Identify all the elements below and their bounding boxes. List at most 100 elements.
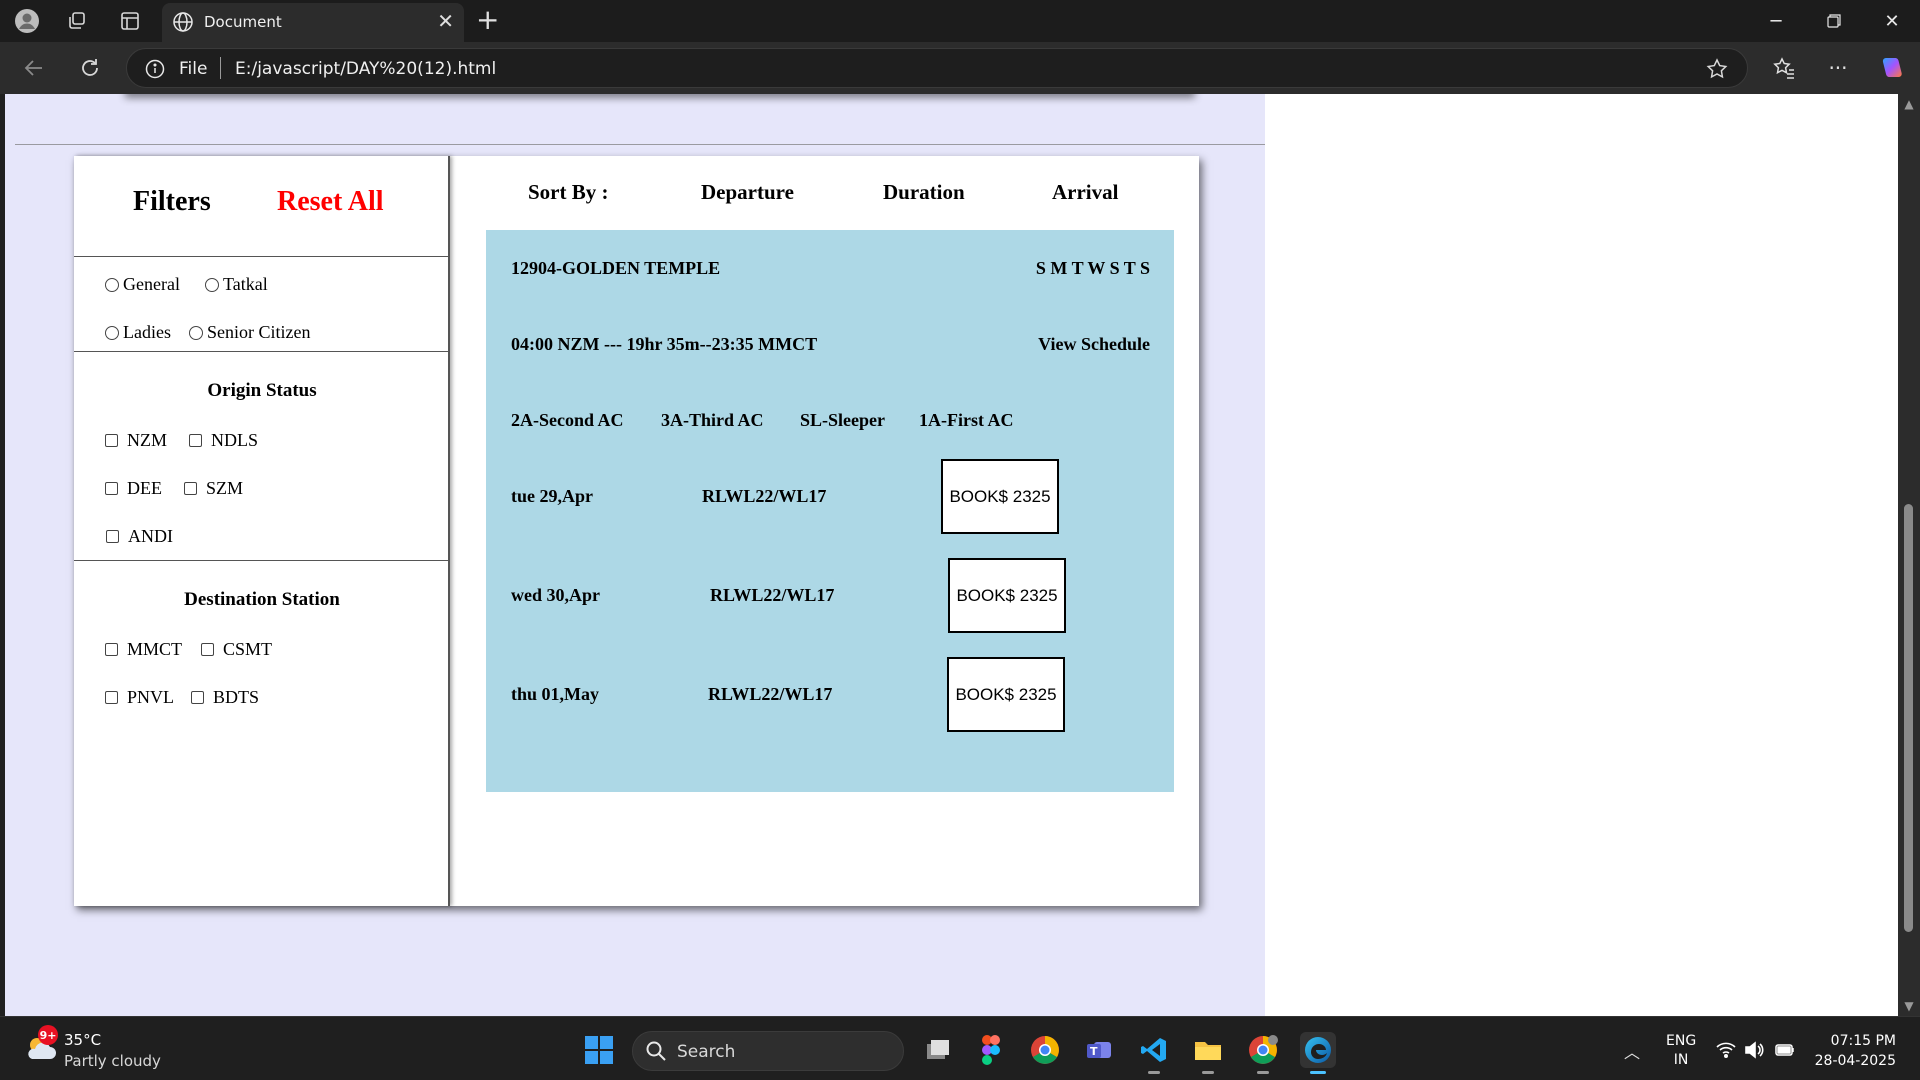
book-button[interactable]: BOOK$ 2325 bbox=[941, 459, 1059, 534]
svg-text:T: T bbox=[1090, 1045, 1098, 1058]
destination-checkbox[interactable] bbox=[191, 691, 204, 704]
address-bar[interactable]: File E:/javascript/DAY%20(12).html bbox=[126, 48, 1748, 88]
search-label: Search bbox=[677, 1042, 736, 1062]
workspaces-icon[interactable] bbox=[64, 8, 90, 34]
address-url[interactable]: E:/javascript/DAY%20(12).html bbox=[235, 59, 496, 79]
scroll-thumb[interactable] bbox=[1904, 504, 1913, 932]
close-tab-icon[interactable]: ✕ bbox=[437, 9, 454, 33]
availability-date: thu 01,May bbox=[511, 684, 600, 704]
vertical-tabs-icon[interactable] bbox=[117, 8, 143, 34]
train-name: 12904-GOLDEN TEMPLE bbox=[511, 258, 721, 278]
origin-option-ndls[interactable]: NDLS bbox=[189, 430, 258, 451]
quota-radio[interactable] bbox=[189, 325, 203, 340]
destination-station-heading: Destination Station bbox=[184, 589, 340, 610]
view-schedule-link[interactable]: View Schedule bbox=[1038, 334, 1150, 355]
quota-radio[interactable] bbox=[105, 325, 119, 340]
close-window-icon[interactable]: ✕ bbox=[1872, 6, 1912, 36]
scroll-up-icon[interactable]: ▲ bbox=[1902, 98, 1916, 110]
system-clock[interactable]: 07:15 PM 28-04-2025 bbox=[1808, 1031, 1896, 1071]
wifi-icon[interactable] bbox=[1715, 1039, 1737, 1061]
book-button[interactable]: BOOK$ 2325 bbox=[947, 657, 1065, 732]
class-option-sl[interactable]: SL-Sleeper bbox=[800, 410, 885, 431]
clock-time: 07:15 PM bbox=[1830, 1033, 1896, 1049]
search-results-card: Filters Reset All General Tatkal Ladies … bbox=[74, 156, 1199, 906]
chrome-icon[interactable] bbox=[1027, 1032, 1063, 1068]
back-icon[interactable] bbox=[18, 52, 50, 84]
origin-checkbox[interactable] bbox=[184, 482, 197, 495]
reset-all-link[interactable]: Reset All bbox=[277, 186, 384, 218]
page-scrollbar[interactable]: ▲ ▼ bbox=[1898, 94, 1920, 1016]
origin-status-heading: Origin Status bbox=[207, 380, 317, 401]
origin-option-nzm[interactable]: NZM bbox=[105, 430, 167, 451]
sort-option-departure[interactable]: Departure bbox=[701, 180, 794, 205]
sort-option-arrival[interactable]: Arrival bbox=[1052, 180, 1118, 205]
battery-icon[interactable] bbox=[1774, 1039, 1796, 1061]
class-option-2a[interactable]: 2A-Second AC bbox=[511, 410, 624, 431]
weather-alert-badge: 9+ bbox=[38, 1025, 58, 1045]
region-code: IN bbox=[1673, 1052, 1689, 1068]
running-indicator bbox=[1310, 1071, 1326, 1074]
address-scheme: File bbox=[179, 59, 208, 79]
destination-checkbox[interactable] bbox=[105, 691, 118, 704]
task-view-icon[interactable] bbox=[920, 1032, 956, 1068]
origin-checkbox[interactable] bbox=[105, 482, 118, 495]
quota-radio[interactable] bbox=[205, 277, 219, 292]
quota-radio[interactable] bbox=[105, 277, 119, 292]
quota-option-senior-citizen[interactable]: Senior Citizen bbox=[189, 322, 310, 343]
more-options-icon[interactable]: ··· bbox=[1824, 54, 1852, 82]
class-option-3a[interactable]: 3A-Third AC bbox=[661, 410, 764, 431]
minimize-icon[interactable]: ─ bbox=[1756, 6, 1796, 36]
class-option-1a[interactable]: 1A-First AC bbox=[919, 410, 1013, 431]
taskbar-search-box[interactable]: Search bbox=[632, 1031, 904, 1071]
divider bbox=[74, 256, 450, 257]
destination-checkbox[interactable] bbox=[201, 643, 214, 656]
new-tab-icon[interactable]: + bbox=[476, 6, 499, 34]
file-explorer-icon[interactable] bbox=[1190, 1032, 1226, 1074]
availability-date: wed 30,Apr bbox=[511, 585, 600, 605]
quota-option-general[interactable]: General bbox=[105, 274, 180, 295]
book-button[interactable]: BOOK$ 2325 bbox=[948, 558, 1066, 633]
figma-icon[interactable] bbox=[973, 1032, 1009, 1068]
origin-option-dee[interactable]: DEE bbox=[105, 478, 162, 499]
availability-status: RLWL22/WL17 bbox=[710, 585, 835, 605]
refresh-icon[interactable] bbox=[74, 52, 106, 84]
destination-option-mmct[interactable]: MMCT bbox=[105, 639, 182, 660]
globe-icon bbox=[173, 12, 193, 32]
info-icon[interactable] bbox=[145, 59, 165, 79]
restore-icon[interactable] bbox=[1814, 6, 1854, 36]
add-favorite-star-icon[interactable] bbox=[1705, 57, 1729, 81]
sort-by-label: Sort By : bbox=[528, 180, 609, 204]
origin-checkbox[interactable] bbox=[106, 530, 119, 543]
train-result-panel: 12904-GOLDEN TEMPLE S M T W S T S 04:00 … bbox=[486, 230, 1174, 792]
edge-icon[interactable] bbox=[1300, 1032, 1336, 1074]
weather-temperature[interactable]: 35°C bbox=[64, 1031, 101, 1049]
show-hidden-icons-chevron-icon[interactable]: ︿ bbox=[1624, 1039, 1640, 1063]
favorites-icon[interactable] bbox=[1770, 54, 1798, 82]
destination-option-csmt[interactable]: CSMT bbox=[201, 639, 272, 660]
availability-status: RLWL22/WL17 bbox=[708, 684, 833, 704]
profile-avatar-icon[interactable] bbox=[14, 8, 40, 34]
origin-option-szm[interactable]: SZM bbox=[184, 478, 243, 499]
copilot-icon[interactable] bbox=[1878, 54, 1906, 82]
destination-option-bdts[interactable]: BDTS bbox=[191, 687, 259, 708]
filters-heading: Filters bbox=[133, 186, 211, 217]
windows-start-icon[interactable] bbox=[584, 1035, 614, 1065]
origin-checkbox[interactable] bbox=[105, 434, 118, 447]
destination-checkbox[interactable] bbox=[105, 643, 118, 656]
scroll-down-icon[interactable]: ▼ bbox=[1902, 1000, 1916, 1012]
origin-option-andi[interactable]: ANDI bbox=[106, 526, 173, 547]
quota-option-ladies[interactable]: Ladies bbox=[105, 322, 171, 343]
sort-option-duration[interactable]: Duration bbox=[883, 180, 965, 205]
running-indicator bbox=[1148, 1071, 1160, 1074]
input-language-indicator[interactable]: ENG IN bbox=[1666, 1032, 1696, 1070]
browser-tab-active[interactable]: Document ✕ bbox=[162, 3, 464, 42]
teams-icon[interactable]: T bbox=[1081, 1032, 1117, 1068]
train-timing: 04:00 NZM --- 19hr 35m--23:35 MMCT bbox=[511, 334, 818, 354]
quota-option-tatkal[interactable]: Tatkal bbox=[205, 274, 268, 295]
volume-icon[interactable] bbox=[1743, 1039, 1765, 1061]
weather-condition[interactable]: Partly cloudy bbox=[64, 1052, 161, 1070]
destination-option-pnvl[interactable]: PNVL bbox=[105, 687, 174, 708]
chrome-profile-icon[interactable] bbox=[1245, 1032, 1281, 1074]
origin-checkbox[interactable] bbox=[189, 434, 202, 447]
vscode-icon[interactable] bbox=[1136, 1032, 1172, 1074]
